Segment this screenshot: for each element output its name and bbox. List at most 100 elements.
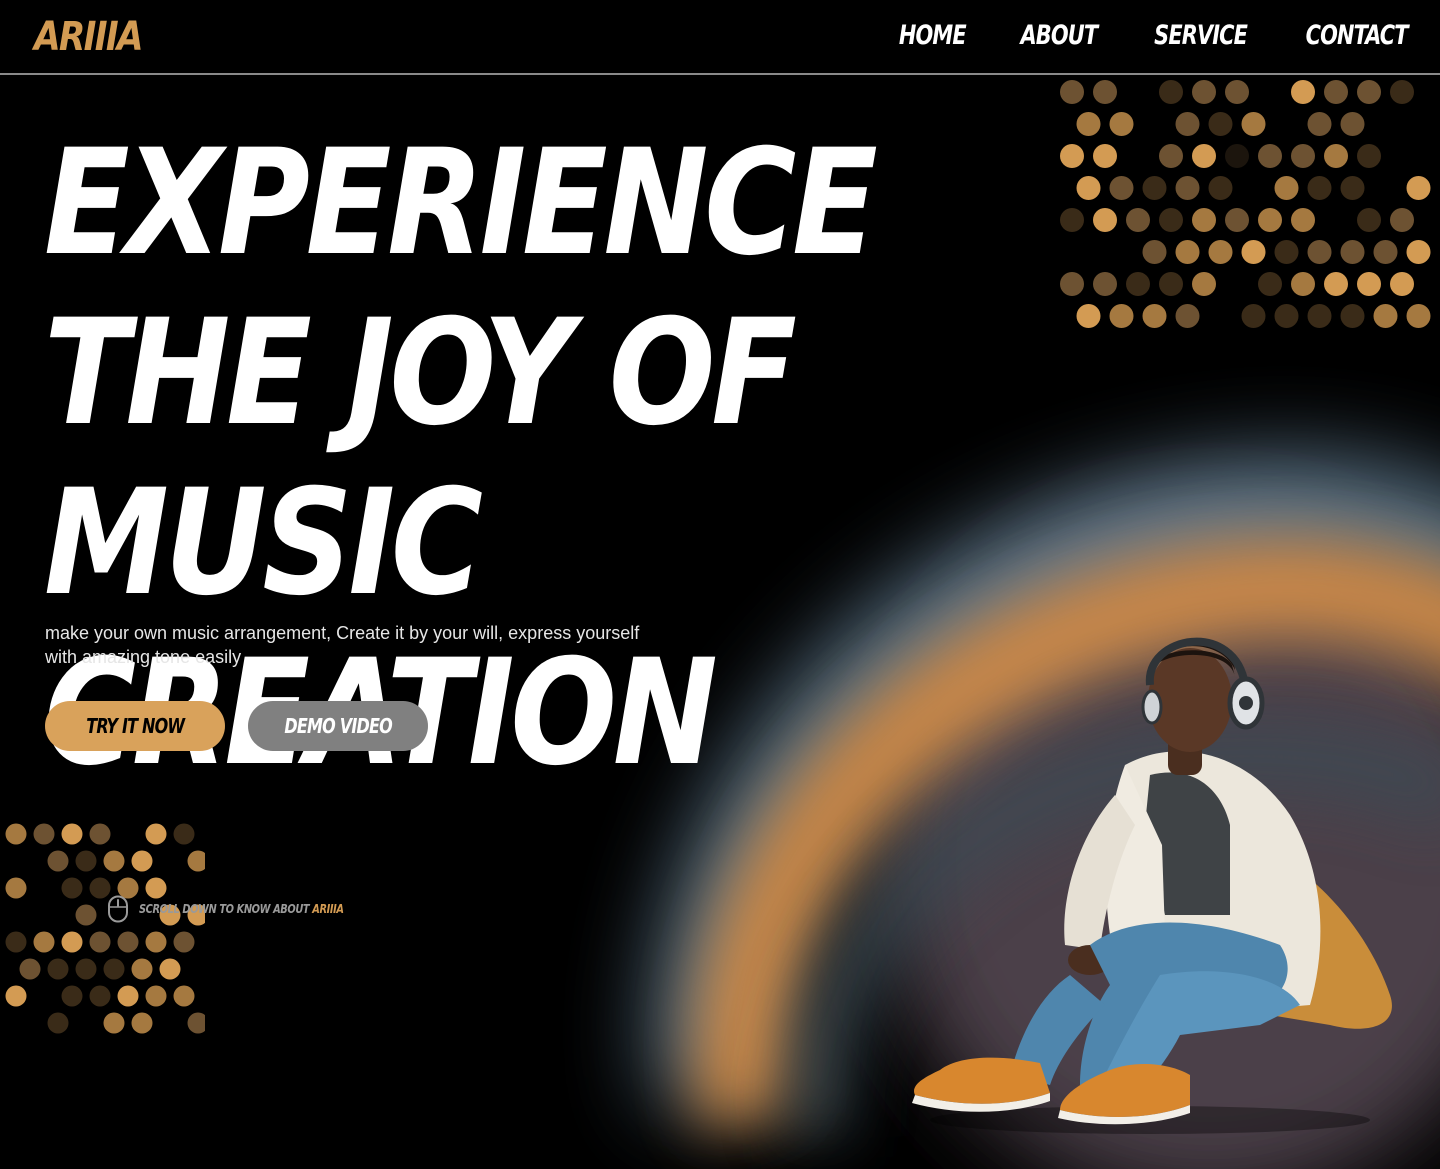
decorative-dot — [1291, 272, 1315, 296]
decorative-dot — [89, 823, 111, 845]
decorative-dot — [1076, 304, 1101, 328]
nav-link-contact[interactable]: CONTACT — [1306, 20, 1409, 51]
decorative-dot — [1258, 272, 1282, 296]
decorative-dot — [1175, 112, 1200, 136]
decorative-dot — [173, 823, 195, 845]
decorative-dot — [89, 931, 111, 953]
decorative-dot — [1357, 208, 1381, 232]
decorative-dot — [1373, 240, 1398, 264]
decorative-dot — [5, 877, 27, 899]
decorative-dot — [1192, 272, 1216, 296]
decorative-dot — [5, 985, 27, 1007]
decorative-dot — [61, 985, 83, 1007]
decorative-dot — [5, 823, 27, 845]
decorative-dot — [1192, 80, 1216, 104]
decorative-dot — [1390, 80, 1414, 104]
decorative-dot — [1208, 112, 1233, 136]
decorative-dot — [1274, 176, 1299, 200]
scroll-hint-brand: ARIIIA — [312, 902, 344, 916]
decorative-dot — [103, 1012, 125, 1034]
decorative-dot — [1159, 272, 1183, 296]
person-with-headphones-illustration — [912, 637, 1392, 1134]
nav-link-about[interactable]: ABOUT — [1021, 20, 1099, 51]
decorative-dot — [1340, 176, 1365, 200]
brand-logo[interactable]: ARIIIA — [34, 14, 144, 60]
decorative-dot — [1258, 144, 1282, 168]
decorative-dot — [1324, 80, 1348, 104]
decorative-dot — [1406, 304, 1431, 328]
decorative-dot — [5, 931, 27, 953]
decorative-dot — [1225, 144, 1249, 168]
decorative-dot — [1142, 304, 1167, 328]
decorative-dot — [1109, 176, 1134, 200]
decorative-dot — [131, 958, 153, 980]
dot-pattern-bottom-left — [5, 823, 205, 1034]
decorative-dot — [1307, 112, 1332, 136]
decorative-dot — [19, 958, 41, 980]
nav-link-home[interactable]: HOME — [899, 20, 967, 51]
decorative-dot — [1307, 304, 1332, 328]
hero-subtitle: make your own music arrangement, Create … — [45, 623, 640, 667]
decorative-dot — [1340, 304, 1365, 328]
try-it-now-button[interactable]: TRY IT NOW — [45, 701, 225, 751]
decorative-dot — [187, 850, 205, 872]
decorative-dot — [33, 823, 55, 845]
decorative-dot — [1175, 240, 1200, 264]
decorative-dot — [1192, 144, 1216, 168]
decorative-dot — [1126, 208, 1150, 232]
decorative-dot — [1324, 144, 1348, 168]
decorative-dot — [61, 931, 83, 953]
decorative-dot — [1406, 240, 1431, 264]
hero-title: EXPERIENCE THE JOY OF MUSIC CREATION — [44, 118, 878, 798]
decorative-dot — [47, 850, 69, 872]
decorative-dot — [1142, 240, 1167, 264]
decorative-dot — [33, 931, 55, 953]
scroll-hint-text: SCROLL DOWN TO KNOW ABOUT ARIIIA — [139, 902, 344, 916]
decorative-dot — [47, 958, 69, 980]
decorative-dot — [131, 850, 153, 872]
decorative-dot — [103, 958, 125, 980]
decorative-dot — [145, 985, 167, 1007]
decorative-dot — [131, 1012, 153, 1034]
nav-link-service[interactable]: SERVICE — [1154, 20, 1248, 51]
dot-pattern-top-right — [1060, 80, 1431, 328]
decorative-dot — [47, 1012, 69, 1034]
decorative-dot — [1291, 144, 1315, 168]
top-nav: ARIIIA HOME ABOUT SERVICE CONTACT — [0, 0, 1440, 75]
decorative-dot — [1291, 208, 1315, 232]
decorative-dot — [1274, 240, 1299, 264]
decorative-dot — [1324, 272, 1348, 296]
decorative-dot — [1373, 304, 1398, 328]
decorative-dot — [187, 1012, 205, 1034]
decorative-dot — [1060, 80, 1084, 104]
decorative-dot — [1093, 272, 1117, 296]
decorative-dot — [1060, 144, 1084, 168]
demo-video-button[interactable]: DEMO VIDEO — [248, 701, 428, 751]
decorative-dot — [173, 931, 195, 953]
decorative-dot — [1093, 208, 1117, 232]
decorative-dot — [1126, 272, 1150, 296]
decorative-dot — [1159, 80, 1183, 104]
decorative-dot — [1175, 304, 1200, 328]
decorative-dot — [1159, 144, 1183, 168]
decorative-dot — [89, 985, 111, 1007]
landing-page: ARIIIA HOME ABOUT SERVICE CONTACT EXPERI… — [0, 0, 1440, 1169]
decorative-dot — [1060, 272, 1084, 296]
decorative-dot — [1093, 80, 1117, 104]
decorative-dot — [1241, 240, 1266, 264]
decorative-dot — [1357, 272, 1381, 296]
decorative-dot — [61, 877, 83, 899]
decorative-dot — [1340, 240, 1365, 264]
decorative-dot — [61, 823, 83, 845]
decorative-dot — [1225, 80, 1249, 104]
try-it-now-label: TRY IT NOW — [86, 714, 185, 738]
decorative-dot — [1307, 176, 1332, 200]
decorative-dot — [1357, 80, 1381, 104]
decorative-dot — [1340, 112, 1365, 136]
decorative-dot — [1307, 240, 1332, 264]
decorative-dot — [1093, 144, 1117, 168]
scroll-hint[interactable]: SCROLL DOWN TO KNOW ABOUT ARIIIA — [107, 895, 388, 923]
decorative-dot — [1241, 304, 1266, 328]
decorative-dot — [159, 958, 181, 980]
decorative-dot — [1060, 208, 1084, 232]
